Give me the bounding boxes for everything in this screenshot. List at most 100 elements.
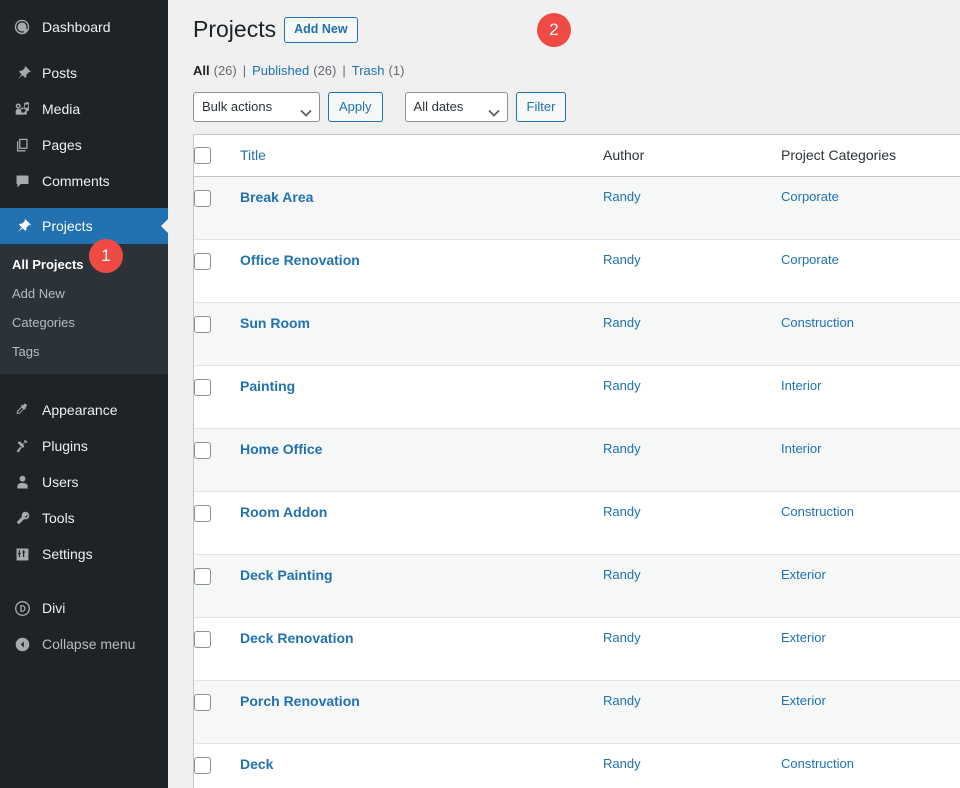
row-checkbox[interactable] (194, 694, 211, 711)
author-link[interactable]: Randy (603, 252, 641, 267)
sidebar-item-label: Dashboard (42, 20, 111, 34)
date-filter-wrapper: All dates (405, 92, 508, 122)
project-title-link[interactable]: Painting (240, 378, 295, 394)
filter-trash-link[interactable]: Trash (352, 63, 385, 78)
row-checkbox[interactable] (194, 568, 211, 585)
author-link[interactable]: Randy (603, 315, 641, 330)
sidebar-item-label: Collapse menu (42, 637, 135, 651)
projects-submenu: All Projects Add New Categories Tags (0, 244, 168, 374)
sidebar-item-dashboard[interactable]: Dashboard (0, 9, 168, 45)
category-link[interactable]: Construction (781, 504, 854, 519)
add-new-button[interactable]: Add New (284, 17, 357, 43)
filter-published[interactable]: Published (26) (252, 63, 336, 78)
author-link[interactable]: Randy (603, 693, 641, 708)
bulk-actions-select[interactable]: Bulk actions (193, 92, 320, 122)
row-checkbox[interactable] (194, 253, 211, 270)
submenu-item-add-new[interactable]: Add New (0, 279, 168, 308)
main-content: Projects Add New All (26) | Published (2… (168, 0, 960, 788)
sidebar-item-label: Pages (42, 138, 82, 152)
author-link[interactable]: Randy (603, 756, 641, 771)
author-link[interactable]: Randy (603, 441, 641, 456)
project-title-link[interactable]: Deck (240, 756, 273, 772)
sidebar-item-label: Comments (42, 174, 110, 188)
row-checkbox[interactable] (194, 505, 211, 522)
sidebar-divider (0, 572, 168, 590)
category-link[interactable]: Interior (781, 441, 821, 456)
sidebar-item-media[interactable]: Media (0, 91, 168, 127)
category-link[interactable]: Interior (781, 378, 821, 393)
project-title-link[interactable]: Home Office (240, 441, 322, 457)
author-link[interactable]: Randy (603, 504, 641, 519)
filter-all[interactable]: All (26) (193, 63, 237, 78)
row-select-cell (194, 302, 240, 365)
row-checkbox[interactable] (194, 190, 211, 207)
category-link[interactable]: Construction (781, 315, 854, 330)
author-link[interactable]: Randy (603, 189, 641, 204)
project-title-link[interactable]: Deck Renovation (240, 630, 354, 646)
row-author-cell: Randy (603, 743, 781, 788)
column-header-title[interactable]: Title (240, 135, 603, 176)
row-title-cell: Porch Renovation (240, 680, 603, 743)
row-checkbox[interactable] (194, 631, 211, 648)
category-link[interactable]: Construction (781, 756, 854, 771)
sidebar-item-pages[interactable]: Pages (0, 127, 168, 163)
sidebar-item-settings[interactable]: Settings (0, 536, 168, 572)
filter-button[interactable]: Filter (516, 92, 567, 122)
row-title-cell: Room Addon (240, 491, 603, 554)
sidebar-item-users[interactable]: Users (0, 464, 168, 500)
row-author-cell: Randy (603, 365, 781, 428)
category-link[interactable]: Corporate (781, 189, 839, 204)
row-title-cell: Sun Room (240, 302, 603, 365)
project-title-link[interactable]: Porch Renovation (240, 693, 360, 709)
author-link[interactable]: Randy (603, 567, 641, 582)
select-all-header (194, 135, 240, 176)
table-row: Sun Room Randy Construction (194, 302, 960, 365)
project-title-link[interactable]: Office Renovation (240, 252, 360, 268)
row-title-cell: Painting (240, 365, 603, 428)
project-title-link[interactable]: Sun Room (240, 315, 310, 331)
submenu-item-tags[interactable]: Tags (0, 337, 168, 366)
row-checkbox[interactable] (194, 379, 211, 396)
filter-trash[interactable]: Trash (1) (352, 63, 405, 78)
projects-table-wrapper: Title Author Project Categories Break Ar… (193, 134, 960, 788)
sidebar-item-projects[interactable]: Projects (0, 208, 168, 244)
sidebar-item-tools[interactable]: Tools (0, 500, 168, 536)
sidebar-item-divi[interactable]: Divi (0, 590, 168, 626)
project-title-link[interactable]: Break Area (240, 189, 313, 205)
author-link[interactable]: Randy (603, 378, 641, 393)
sidebar-item-plugins[interactable]: Plugins (0, 428, 168, 464)
row-checkbox[interactable] (194, 757, 211, 774)
category-link[interactable]: Corporate (781, 252, 839, 267)
collapse-arrow-icon (12, 634, 32, 654)
date-filter-select[interactable]: All dates (405, 92, 508, 122)
row-checkbox[interactable] (194, 442, 211, 459)
sidebar-item-posts[interactable]: Posts (0, 55, 168, 91)
pages-icon (12, 135, 32, 155)
sidebar-item-comments[interactable]: Comments (0, 163, 168, 199)
sidebar-collapse-menu[interactable]: Collapse menu (0, 626, 168, 662)
filter-published-count: (26) (313, 63, 336, 78)
sidebar-item-label: Plugins (42, 439, 88, 453)
filter-trash-count: (1) (389, 63, 405, 78)
table-row: Porch Renovation Randy Exterior (194, 680, 960, 743)
submenu-item-categories[interactable]: Categories (0, 308, 168, 337)
row-select-cell (194, 365, 240, 428)
row-category-cell: Exterior (781, 554, 960, 617)
sidebar-item-appearance[interactable]: Appearance (0, 392, 168, 428)
filter-all-link[interactable]: All (193, 63, 210, 78)
submenu-item-all-projects[interactable]: All Projects (0, 250, 168, 279)
column-header-categories[interactable]: Project Categories (781, 135, 960, 176)
column-header-author[interactable]: Author (603, 135, 781, 176)
row-title-cell: Break Area (240, 176, 603, 239)
apply-button[interactable]: Apply (328, 92, 383, 122)
category-link[interactable]: Exterior (781, 693, 826, 708)
select-all-checkbox[interactable] (194, 147, 211, 164)
row-checkbox[interactable] (194, 316, 211, 333)
project-title-link[interactable]: Room Addon (240, 504, 327, 520)
project-title-link[interactable]: Deck Painting (240, 567, 333, 583)
author-link[interactable]: Randy (603, 630, 641, 645)
row-category-cell: Exterior (781, 617, 960, 680)
filter-published-link[interactable]: Published (252, 63, 309, 78)
category-link[interactable]: Exterior (781, 567, 826, 582)
category-link[interactable]: Exterior (781, 630, 826, 645)
